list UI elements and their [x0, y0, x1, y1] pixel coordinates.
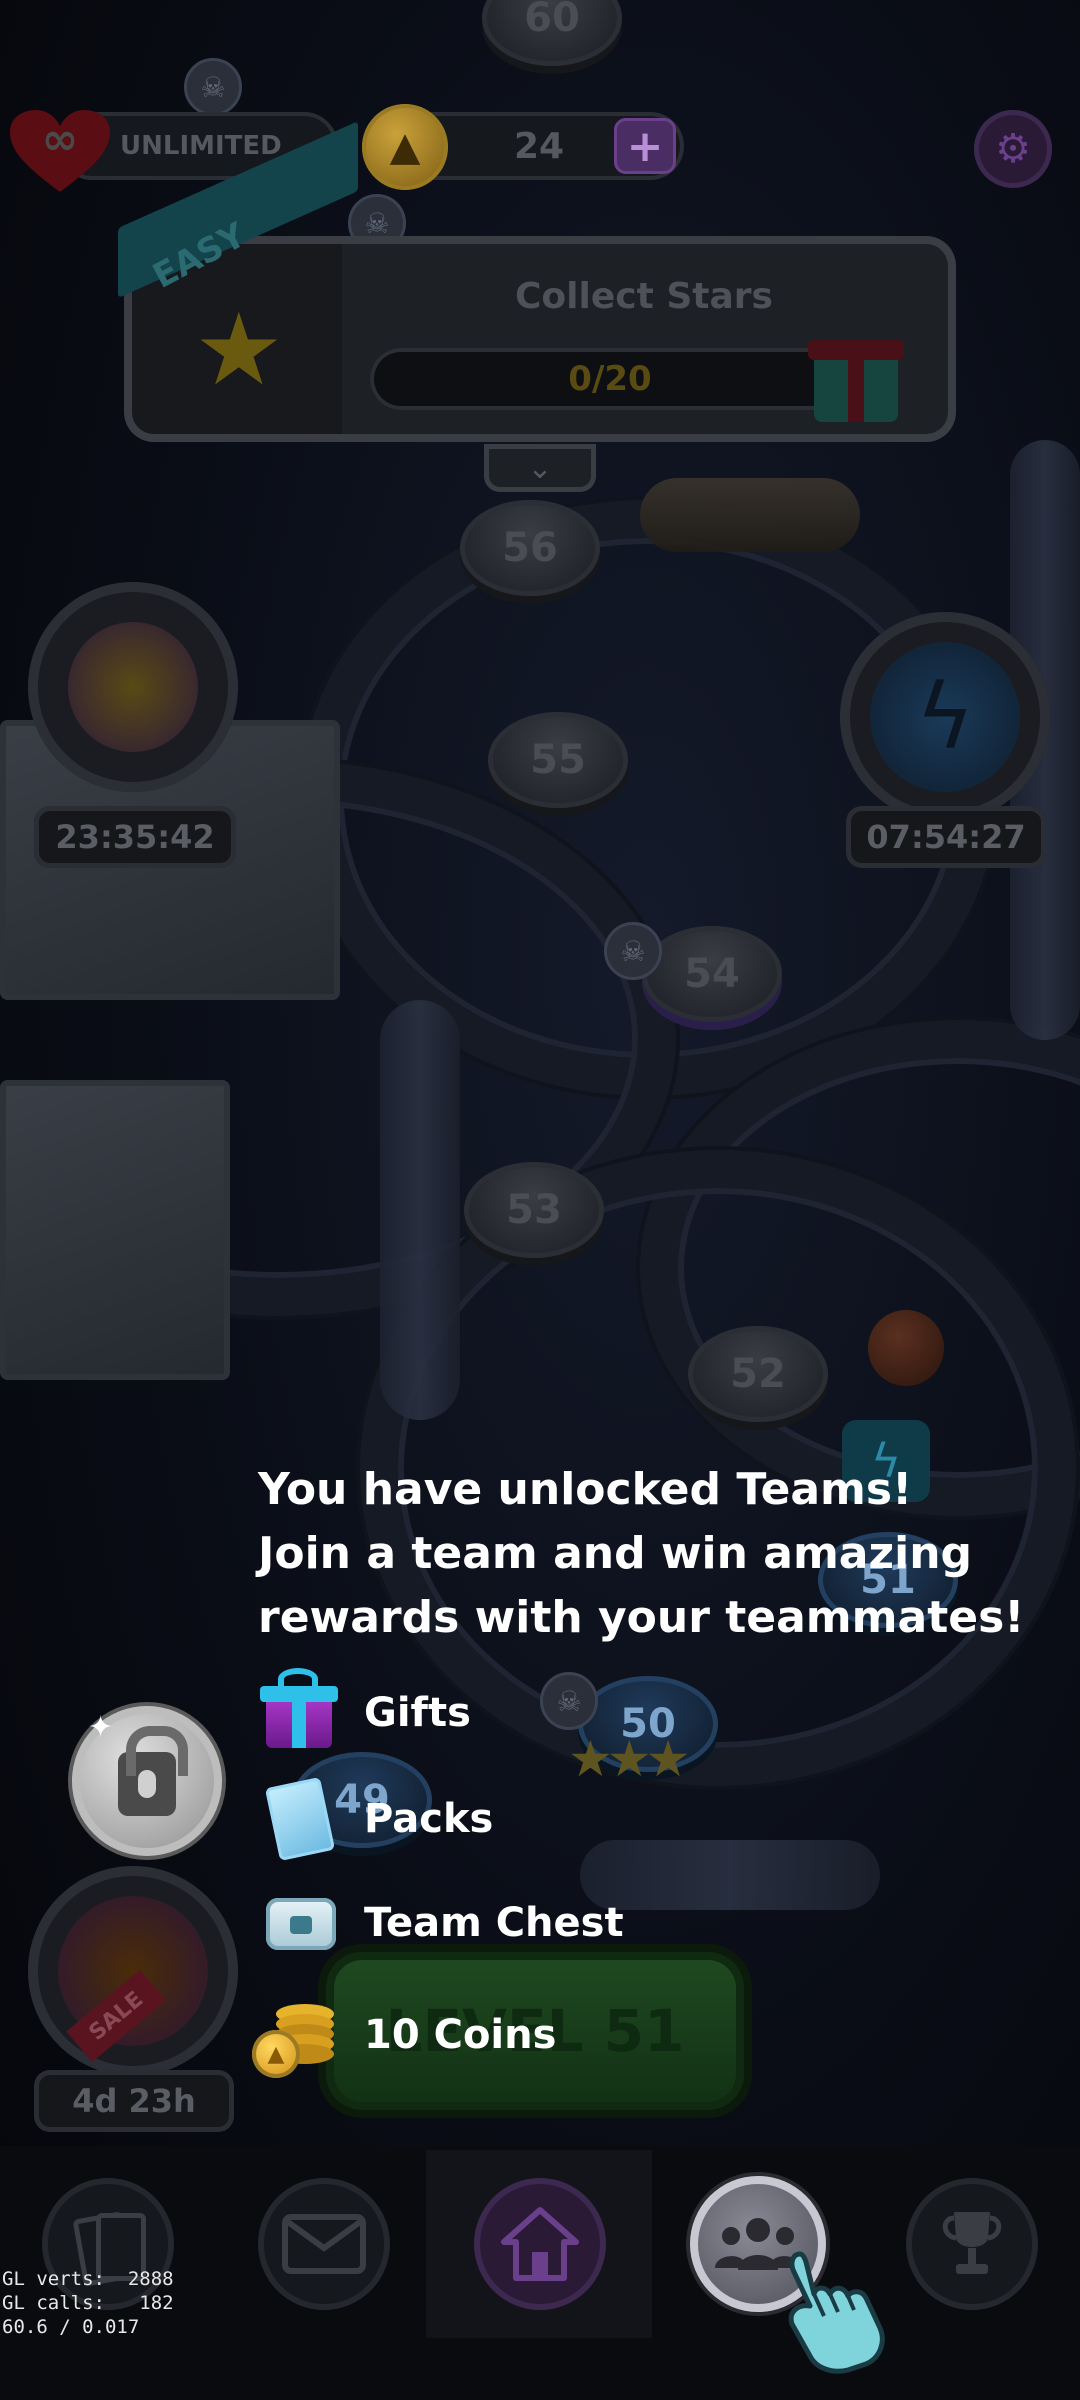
tutorial-line-2: Join a team and win amazing	[258, 1528, 973, 1579]
sparkle-icon: ✦	[88, 1710, 114, 1745]
gift-reward-icon	[258, 1668, 340, 1750]
stopwatch-icon	[68, 622, 198, 752]
event-title: Collect Stars	[515, 276, 773, 317]
sale-timer: 4d 23h	[34, 2070, 234, 2132]
star-icon: ★	[194, 291, 284, 408]
skull-icon: ☠	[604, 922, 662, 980]
nav-home-button[interactable]	[474, 2178, 606, 2310]
level-node[interactable]: 56	[460, 500, 600, 596]
event-timer: 23:35:42	[34, 806, 236, 868]
energy-timer: 07:54:27	[846, 806, 1046, 868]
heart-icon: ∞	[10, 110, 110, 192]
nav-leaderboard-button[interactable]	[906, 2178, 1038, 2310]
pipe	[580, 1840, 880, 1910]
skull-icon: ☠	[540, 1672, 598, 1730]
metal-crate	[0, 1080, 230, 1380]
lightning-icon: ϟ	[870, 642, 1020, 792]
debug-gl-verts: GL verts: 2888	[2, 2268, 174, 2290]
coin-icon: ▲	[362, 104, 448, 190]
level-stars: ★★★	[568, 1730, 691, 1788]
mail-icon	[282, 2214, 366, 2274]
event-progress-bar: 0/20	[370, 348, 850, 410]
sale-widget[interactable]: SALE	[28, 1866, 238, 2076]
ball-decoration	[868, 1310, 944, 1386]
reward-label-coins: 10 Coins	[364, 2012, 557, 2058]
event-progress-text: 0/20	[568, 359, 652, 399]
trophy-icon	[942, 2212, 1002, 2274]
pointing-hand-icon	[788, 2251, 885, 2374]
crank-handle	[640, 478, 860, 552]
level-node[interactable]: 55	[488, 712, 628, 808]
settings-gear-icon[interactable]: ⚙	[974, 110, 1052, 188]
debug-fps: 60.6 / 0.017	[2, 2316, 140, 2338]
level-node[interactable]: 53	[464, 1162, 604, 1258]
timed-event-widget[interactable]	[28, 582, 238, 792]
level-node[interactable]: 52	[688, 1326, 828, 1422]
coins-reward-icon: ▲	[246, 1986, 342, 2082]
coins-count: 24	[513, 125, 565, 167]
svg-text:∞: ∞	[42, 114, 79, 165]
energy-event-widget[interactable]: ϟ	[840, 612, 1050, 822]
level-node[interactable]: 60	[482, 0, 622, 66]
gift-icon	[808, 318, 904, 424]
team-chest-reward-icon	[260, 1880, 342, 1962]
lives-label: UNLIMITED	[120, 131, 282, 161]
reward-label-packs: Packs	[364, 1796, 494, 1842]
nav-cards-button[interactable]	[42, 2178, 174, 2310]
nav-mail-button[interactable]	[258, 2178, 390, 2310]
reward-label-team-chest: Team Chest	[364, 1900, 624, 1946]
reward-label-gifts: Gifts	[364, 1690, 471, 1736]
buy-coins-button[interactable]: +	[614, 118, 676, 174]
level-node[interactable]: 54	[642, 926, 782, 1022]
tutorial-line-1: You have unlocked Teams!	[258, 1464, 913, 1515]
home-icon	[501, 2207, 579, 2281]
expand-chevron-icon[interactable]: ⌄	[484, 444, 596, 492]
skull-icon: ☠	[184, 58, 242, 116]
debug-gl-calls: GL calls: 182	[2, 2292, 174, 2314]
pipe	[380, 1000, 460, 1420]
tutorial-line-3: rewards with your teammates!	[258, 1592, 1025, 1643]
pack-reward-icon	[262, 1776, 344, 1862]
